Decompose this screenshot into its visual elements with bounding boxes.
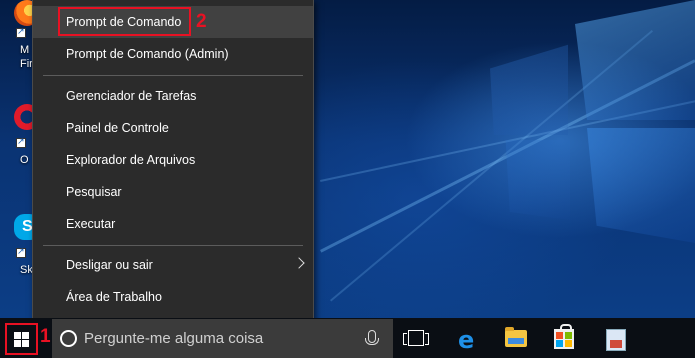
menu-separator [43, 245, 303, 246]
cortana-search-box[interactable]: Pergunte-me alguma coisa [52, 319, 393, 358]
shortcut-arrow-icon [16, 246, 26, 258]
annotation-highlight-box [5, 323, 38, 355]
wallpaper-window-pane [490, 44, 568, 135]
store-button[interactable] [540, 320, 588, 358]
menu-item-area-de-trabalho[interactable]: Área de Trabalho [33, 281, 313, 313]
wallpaper-window-pane [587, 128, 695, 243]
menu-separator [43, 75, 303, 76]
shortcut-arrow-icon [16, 26, 26, 38]
menu-item-explorador-de-arquivos[interactable]: Explorador de Arquivos [33, 144, 313, 176]
edge-icon: e [458, 326, 475, 354]
folder-icon [505, 327, 527, 347]
annotation-step-number: 2 [196, 11, 207, 32]
annotation-highlight-box [58, 7, 191, 36]
menu-item-label: Desligar ou sair [66, 258, 153, 272]
menu-item-prompt-de-comando-admin[interactable]: Prompt de Comando (Admin) [33, 38, 313, 70]
shortcut-arrow-icon [16, 136, 26, 148]
task-view-button[interactable] [392, 320, 440, 358]
edge-button[interactable]: e [444, 320, 492, 358]
cortana-circle-icon [60, 330, 77, 347]
store-bag-icon [554, 324, 574, 349]
file-explorer-button[interactable] [492, 320, 540, 358]
taskbar: Pergunte-me alguma coisa e [0, 318, 695, 358]
wallpaper-window-pane [575, 0, 695, 120]
task-view-icon [403, 330, 429, 346]
pinned-app-button[interactable] [592, 320, 640, 358]
power-user-menu: Prompt de Comando Prompt de Comando (Adm… [32, 0, 314, 323]
annotation-step-number: 1 [40, 326, 51, 347]
chevron-right-icon [293, 257, 305, 269]
desktop-icon-label: M [20, 44, 30, 56]
microphone-icon[interactable] [365, 330, 379, 345]
menu-item-executar[interactable]: Executar [33, 208, 313, 240]
menu-item-gerenciador-de-tarefas[interactable]: Gerenciador de Tarefas [33, 80, 313, 112]
wallpaper-window-pane [505, 140, 570, 220]
desktop-icon-label: Sk [20, 264, 33, 276]
search-placeholder: Pergunte-me alguma coisa [84, 330, 264, 347]
menu-item-desligar-ou-sair[interactable]: Desligar ou sair [33, 249, 313, 281]
desktop-icon-label: Fir [20, 58, 33, 70]
app-window-icon [606, 329, 626, 351]
desktop-icon-label: O [20, 154, 29, 166]
menu-item-painel-de-controle[interactable]: Painel de Controle [33, 112, 313, 144]
menu-item-pesquisar[interactable]: Pesquisar [33, 176, 313, 208]
